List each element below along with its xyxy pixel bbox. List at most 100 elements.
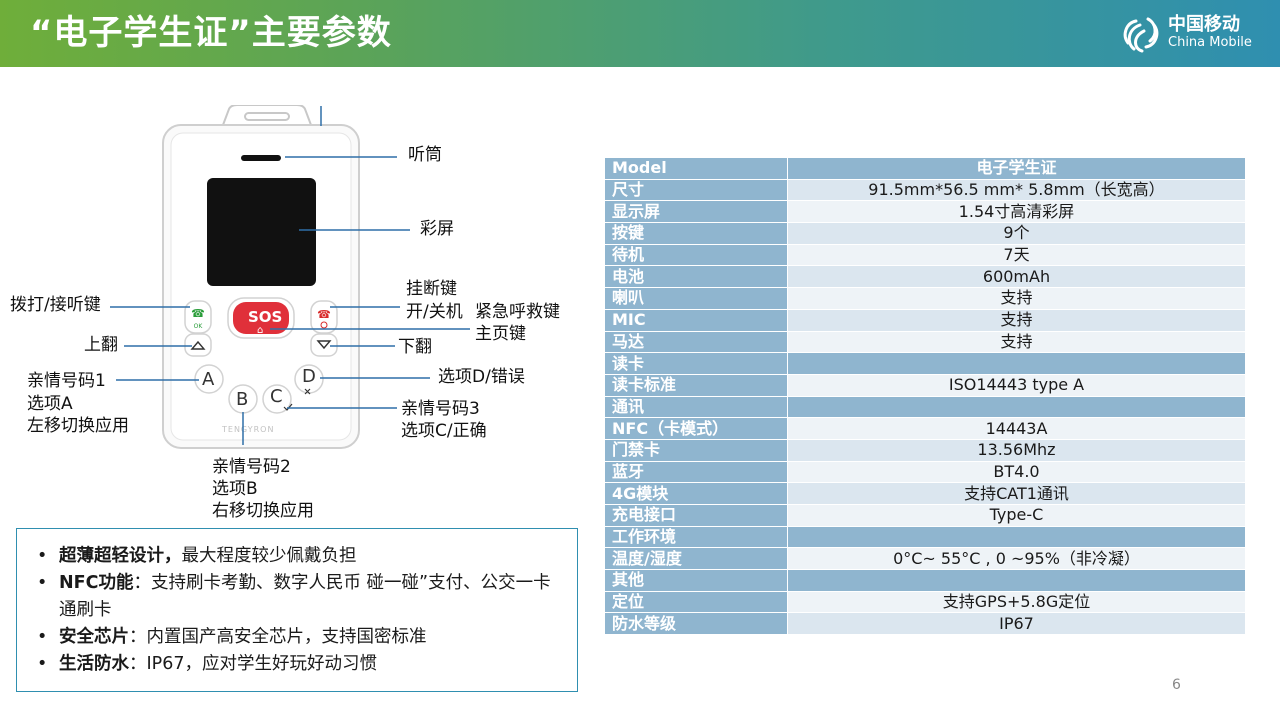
- device-brand-text: TENGYRON: [222, 425, 275, 434]
- feature-item: NFC功能：支持刷卡考勤、数字人民币 碰一碰”支付、公交一卡通刷卡: [27, 570, 567, 624]
- spec-key: 读卡: [604, 352, 788, 375]
- spec-key: 4G模块: [604, 482, 788, 505]
- slide-title: “电子学生证”主要参数: [30, 13, 392, 53]
- spec-value: 600mAh: [787, 265, 1246, 289]
- spec-row: 防水等级 IP67: [604, 612, 1246, 636]
- label-key-a-2: 选项A: [27, 394, 73, 414]
- spec-value: 支持GPS+5.8G定位: [787, 590, 1246, 614]
- spec-row: 充电接口 Type-C: [604, 504, 1246, 527]
- feature-text: ：IP67，应对学生好玩好动习惯: [129, 654, 377, 674]
- spec-row: 待机 7天: [604, 243, 1246, 267]
- spec-row: 读卡: [604, 352, 1246, 375]
- spec-row: 定位 支持GPS+5.8G定位: [604, 590, 1246, 614]
- key-d-letter: D: [302, 366, 316, 387]
- spec-row: 工作环境: [604, 525, 1246, 549]
- spec-key: 按键: [604, 222, 788, 245]
- student-card-device: ☎ OK ☎: [162, 105, 360, 449]
- spec-key: 其他: [604, 569, 788, 592]
- spec-key: 防水等级: [604, 612, 788, 636]
- svg-text:☎: ☎: [317, 308, 331, 321]
- svg-text:☎: ☎: [191, 307, 205, 320]
- spec-value: 支持: [787, 308, 1246, 332]
- spec-row: 其他: [604, 569, 1246, 592]
- label-key-b-1: 亲情号码2: [212, 457, 291, 477]
- feature-text: 最大程度较少佩戴负担: [181, 546, 357, 566]
- spec-key: 待机: [604, 243, 788, 267]
- label-home: 主页键: [475, 324, 526, 344]
- label-sos: 紧急呼救键: [475, 302, 560, 322]
- label-page-down: 下翻: [398, 337, 432, 357]
- spec-value: [787, 395, 1246, 419]
- label-key-c-2: 选项C/正确: [401, 421, 487, 441]
- spec-value: 1.54寸高清彩屏: [787, 200, 1246, 224]
- label-key-b-2: 选项B: [212, 479, 258, 499]
- feature-text: ：支持刷卡考勤、数字人民币 碰一碰”支付、公交一卡通刷卡: [59, 573, 551, 620]
- label-key-a-1: 亲情号码1: [27, 371, 106, 391]
- home-icon: ⌂: [257, 325, 264, 336]
- spec-key: 温度/湿度: [604, 547, 788, 571]
- features-list: 超薄超轻设计，最大程度较少佩戴负担 NFC功能：支持刷卡考勤、数字人民币 碰一碰…: [27, 543, 567, 678]
- spec-value: 电子学生证: [787, 157, 1246, 180]
- spec-value: 支持: [787, 330, 1246, 354]
- spec-row: 通讯: [604, 395, 1246, 419]
- feature-title: 安全芯片: [59, 627, 129, 647]
- svg-text:OK: OK: [194, 323, 204, 330]
- spec-value: [787, 352, 1246, 375]
- color-screen: [207, 178, 316, 286]
- feature-title: 生活防水: [59, 654, 129, 674]
- label-key-d: 选项D/错误: [438, 367, 525, 387]
- label-hangup-line1: 挂断键: [406, 279, 457, 299]
- spec-value: 91.5mm*56.5 mm* 5.8mm（长宽高）: [787, 178, 1246, 202]
- china-mobile-logo-icon: [1123, 17, 1159, 53]
- feature-item: 超薄超轻设计，最大程度较少佩戴负担: [27, 543, 567, 570]
- label-page-up: 上翻: [84, 335, 118, 355]
- feature-text: ：内置国产高安全芯片，支持国密标准: [129, 627, 427, 647]
- spec-row: 4G模块 支持CAT1通讯: [604, 482, 1246, 505]
- spec-value: 支持: [787, 287, 1246, 310]
- spec-row: Model 电子学生证: [604, 157, 1246, 180]
- spec-row: 马达 支持: [604, 330, 1246, 354]
- label-call: 拨打/接听键: [10, 295, 101, 315]
- spec-key: 喇叭: [604, 287, 788, 310]
- spec-row: 按键 9个: [604, 222, 1246, 245]
- spec-key: Model: [604, 157, 788, 180]
- spec-value: [787, 569, 1246, 592]
- key-b-letter: B: [236, 389, 249, 410]
- spec-key: 门禁卡: [604, 438, 788, 462]
- spec-value: Type-C: [787, 504, 1246, 527]
- spec-key: 显示屏: [604, 200, 788, 224]
- spec-key: 通讯: [604, 395, 788, 419]
- logo-text-en: China Mobile: [1168, 35, 1252, 50]
- page-number: 6: [1172, 677, 1181, 693]
- feature-title: NFC功能: [59, 573, 134, 593]
- spec-row: NFC（卡模式） 14443A: [604, 417, 1246, 440]
- spec-row: 蓝牙 BT4.0: [604, 460, 1246, 484]
- spec-table-body: Model 电子学生证 尺寸 91.5mm*56.5 mm* 5.8mm（长宽高） 显示…: [604, 157, 1246, 636]
- spec-key: 定位: [604, 590, 788, 614]
- spec-row: 门禁卡 13.56Mhz: [604, 438, 1246, 462]
- feature-title: 超薄超轻设计，: [59, 546, 182, 566]
- spec-value: 支持CAT1通讯: [787, 482, 1246, 505]
- key-a-letter: A: [202, 369, 215, 390]
- spec-value: 13.56Mhz: [787, 438, 1246, 462]
- spec-value: 0°C~ 55°C , 0 ~95%（非冷凝）: [787, 547, 1246, 571]
- spec-key: 工作环境: [604, 525, 788, 549]
- spec-key: 蓝牙: [604, 460, 788, 484]
- features-box: 超薄超轻设计，最大程度较少佩戴负担 NFC功能：支持刷卡考勤、数字人民币 碰一碰…: [16, 528, 578, 692]
- spec-key: 马达: [604, 330, 788, 354]
- spec-key: 充电接口: [604, 504, 788, 527]
- spec-value: BT4.0: [787, 460, 1246, 484]
- spec-key: 尺寸: [604, 178, 788, 202]
- spec-key: MIC: [604, 308, 788, 332]
- spec-value: 14443A: [787, 417, 1246, 440]
- spec-row: MIC 支持: [604, 308, 1246, 332]
- spec-row: 显示屏 1.54寸高清彩屏: [604, 200, 1246, 224]
- feature-item: 生活防水：IP67，应对学生好玩好动习惯: [27, 651, 567, 678]
- label-key-a-3: 左移切换应用: [27, 416, 129, 436]
- feature-item: 安全芯片：内置国产高安全芯片，支持国密标准: [27, 624, 567, 651]
- spec-row: 温度/湿度 0°C~ 55°C , 0 ~95%（非冷凝）: [604, 547, 1246, 571]
- label-receiver: 听筒: [408, 145, 442, 165]
- label-key-b-3: 右移切换应用: [212, 501, 314, 521]
- spec-key: 电池: [604, 265, 788, 289]
- label-key-c-1: 亲情号码3: [401, 399, 480, 419]
